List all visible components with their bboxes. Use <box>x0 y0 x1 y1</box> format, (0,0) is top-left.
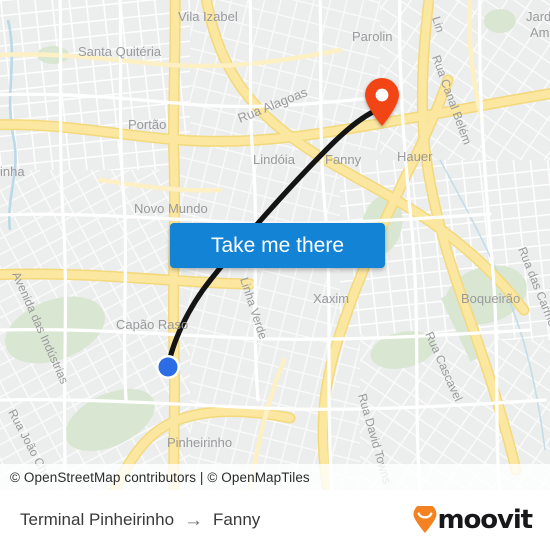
trip-destination-label: Fanny <box>213 510 261 529</box>
moovit-wordmark: moovit <box>437 505 533 535</box>
trip-footer: Terminal Pinheirinho → Fanny moovit <box>0 490 550 550</box>
map-label: Fanny <box>325 152 362 167</box>
origin-marker[interactable] <box>156 355 180 379</box>
moovit-logo: moovit <box>412 505 533 535</box>
map-label: inha <box>0 164 25 179</box>
map-label: Portão <box>128 117 166 132</box>
trip-summary: Terminal Pinheirinho → Fanny <box>20 510 260 530</box>
map-label: Pinheirinho <box>167 435 232 450</box>
arrow-right-icon: → <box>184 509 204 531</box>
map-attribution: © OpenStreetMap contributors | © OpenMap… <box>0 464 550 490</box>
map-label: Amé <box>530 25 550 40</box>
map-label: Jardim <box>526 9 550 24</box>
trip-origin-label: Terminal Pinheirinho <box>20 510 175 529</box>
map-label: Capão Raso <box>116 317 188 332</box>
map-label: Parolin <box>352 29 392 44</box>
map-label: Lindóia <box>253 152 296 167</box>
attribution-text: © OpenStreetMap contributors | © OpenMap… <box>10 469 310 485</box>
take-me-there-button[interactable]: Take me there <box>170 223 385 268</box>
map-label: Boqueirão <box>461 291 520 306</box>
map-label: Santa Quitéria <box>78 44 162 59</box>
map-label: Hauer <box>397 149 433 164</box>
map-label: Vila Izabel <box>178 9 238 24</box>
moovit-pin-icon <box>413 506 437 533</box>
map-label: Xaxim <box>313 291 349 306</box>
map-label: Novo Mundo <box>134 201 208 216</box>
moovit-map-screen: Vila Izabel Parolin JardimAmé Santa Quitéri… <box>0 0 550 550</box>
